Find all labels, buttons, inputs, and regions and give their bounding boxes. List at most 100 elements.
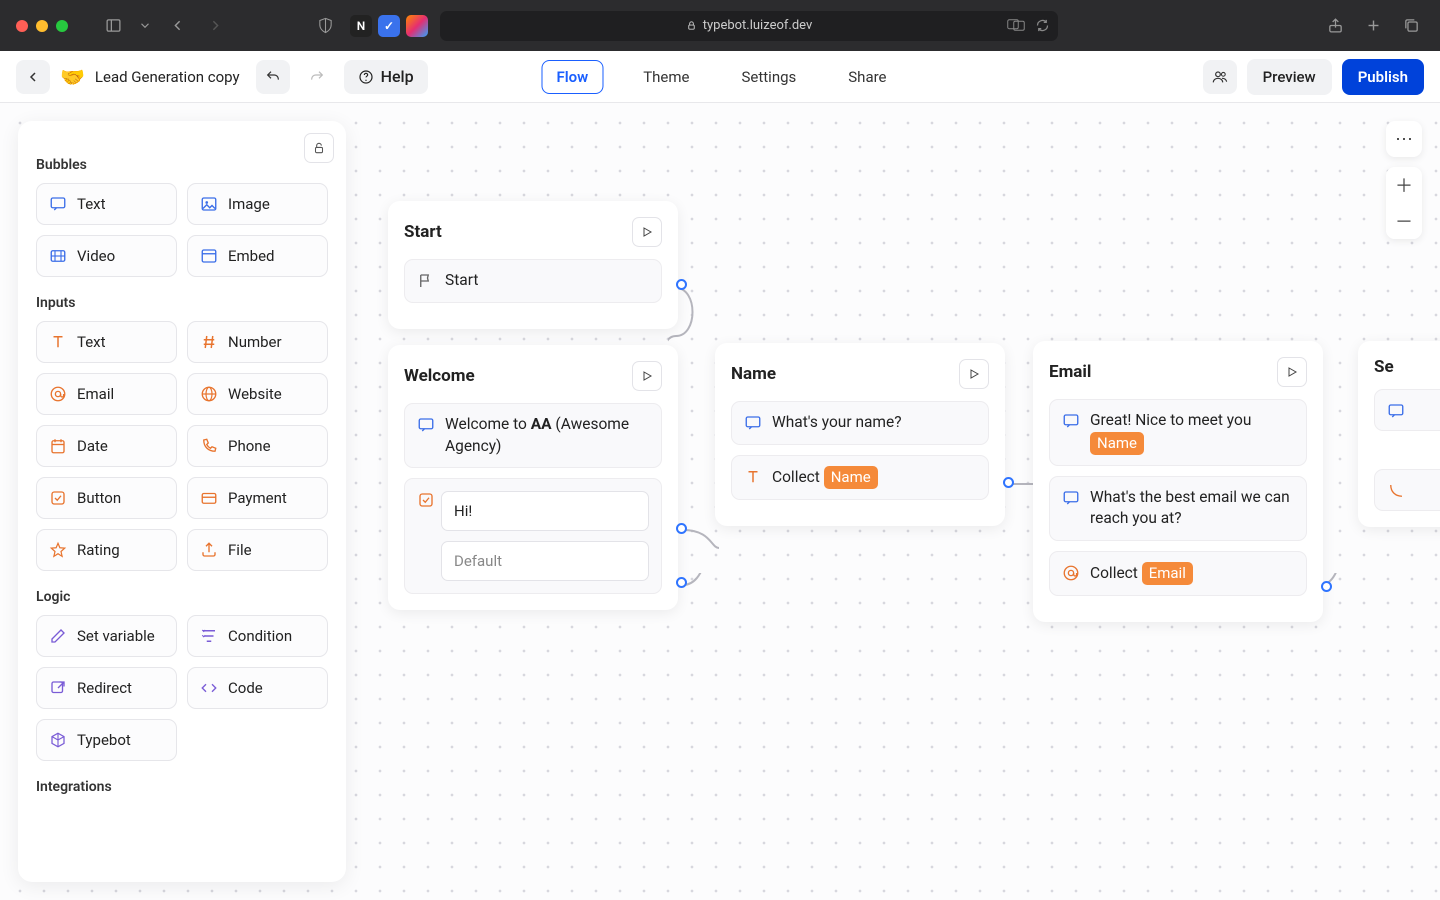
todo-badge-icon[interactable]: ✓ [378, 15, 400, 37]
step-collect[interactable] [1374, 469, 1440, 511]
new-tab-icon[interactable] [1360, 13, 1386, 39]
publish-button[interactable]: Publish [1342, 59, 1424, 95]
nav-share[interactable]: Share [836, 62, 898, 92]
node-title[interactable]: Start [404, 222, 442, 242]
node-title[interactable]: Name [731, 364, 776, 384]
block-image-bubble[interactable]: Image [187, 183, 328, 225]
step-message[interactable]: What's your name? [731, 401, 989, 445]
output-port[interactable] [1003, 477, 1014, 488]
nav-settings[interactable]: Settings [729, 62, 808, 92]
lock-icon [686, 20, 697, 31]
help-button[interactable]: Help [344, 60, 428, 94]
traffic-lights [16, 20, 68, 32]
block-file-input[interactable]: File [187, 529, 328, 571]
block-button-input[interactable]: Button [36, 477, 177, 519]
block-redirect[interactable]: Redirect [36, 667, 177, 709]
redo-button [300, 60, 334, 94]
url-bar[interactable]: typebot.luizeof.dev [440, 11, 1058, 41]
variable-chip: Email [1142, 562, 1193, 585]
block-condition[interactable]: Condition [187, 615, 328, 657]
app-header: 🤝 Lead Generation copy Help Flow Theme S… [0, 51, 1440, 103]
node-start[interactable]: Start Start [388, 201, 678, 329]
block-number-input[interactable]: Number [187, 321, 328, 363]
minimize-window-icon[interactable] [36, 20, 48, 32]
preview-button[interactable]: Preview [1247, 59, 1332, 95]
block-set-variable[interactable]: Set variable [36, 615, 177, 657]
section-inputs: Inputs [36, 295, 328, 311]
more-options-button[interactable]: ⋯ [1386, 121, 1422, 157]
forward-icon [202, 13, 228, 39]
block-phone-input[interactable]: Phone [187, 425, 328, 467]
browser-chrome: N ✓ typebot.luizeof.dev [0, 0, 1440, 51]
color-badge-icon[interactable] [406, 15, 428, 37]
output-port[interactable] [1321, 581, 1332, 592]
close-window-icon[interactable] [16, 20, 28, 32]
undo-button[interactable] [256, 60, 290, 94]
block-code[interactable]: Code [187, 667, 328, 709]
block-text-input[interactable]: Text [36, 321, 177, 363]
reload-icon[interactable] [1035, 18, 1050, 33]
choice-input[interactable] [441, 491, 649, 531]
back-button[interactable] [16, 60, 50, 94]
block-text-bubble[interactable]: Text [36, 183, 177, 225]
maximize-window-icon[interactable] [56, 20, 68, 32]
play-button[interactable] [632, 217, 662, 247]
translate-icon[interactable] [1007, 18, 1025, 32]
zoom-in-button[interactable]: ＋ [1386, 167, 1422, 203]
play-button[interactable] [1277, 357, 1307, 387]
blocks-sidebar: Bubbles Text Image Video Embed Inputs Te… [18, 121, 346, 882]
back-icon[interactable] [164, 13, 190, 39]
shield-icon[interactable] [312, 13, 338, 39]
block-rating-input[interactable]: Rating [36, 529, 177, 571]
nav-flow[interactable]: Flow [541, 60, 603, 94]
node-title[interactable]: Email [1049, 362, 1091, 382]
step-start[interactable]: Start [404, 259, 662, 303]
node-next[interactable]: Se [1358, 341, 1440, 527]
play-button[interactable] [959, 359, 989, 389]
step-message-2[interactable]: What's the best email we can reach you a… [1049, 476, 1307, 541]
output-port-2[interactable] [676, 577, 687, 588]
block-embed-bubble[interactable]: Embed [187, 235, 328, 277]
step-collect[interactable]: Collect Name [731, 455, 989, 500]
members-button[interactable] [1203, 60, 1237, 94]
step-choice[interactable]: Default [404, 478, 662, 594]
block-website-input[interactable]: Website [187, 373, 328, 415]
sidebar-toggle-icon[interactable] [100, 13, 126, 39]
chevron-down-icon[interactable] [138, 13, 152, 39]
section-bubbles: Bubbles [36, 157, 328, 173]
node-welcome[interactable]: Welcome Welcome to AA (Awesome Agency) D… [388, 345, 678, 610]
share-icon[interactable] [1322, 13, 1348, 39]
output-port[interactable] [676, 279, 687, 290]
main-nav: Flow Theme Settings Share [541, 60, 898, 94]
step-message[interactable] [1374, 389, 1440, 431]
step-collect[interactable]: Collect Email [1049, 551, 1307, 596]
block-video-bubble[interactable]: Video [36, 235, 177, 277]
flow-emoji[interactable]: 🤝 [60, 65, 85, 89]
notion-badge-icon[interactable]: N [350, 15, 372, 37]
canvas[interactable]: ⋯ ＋ － Bubbles Text Image Video Embed Inp… [0, 103, 1440, 900]
variable-chip: Name [1090, 432, 1144, 455]
block-email-input[interactable]: Email [36, 373, 177, 415]
section-logic: Logic [36, 589, 328, 605]
node-email[interactable]: Email Great! Nice to meet you Name What'… [1033, 341, 1323, 622]
section-integrations: Integrations [36, 779, 328, 795]
variable-chip: Name [824, 466, 878, 489]
zoom-out-button[interactable]: － [1386, 203, 1422, 239]
block-date-input[interactable]: Date [36, 425, 177, 467]
node-title[interactable]: Se [1374, 357, 1394, 377]
output-port-1[interactable] [676, 523, 687, 534]
choice-default[interactable]: Default [441, 541, 649, 581]
play-button[interactable] [632, 361, 662, 391]
sidebar-lock-button[interactable] [304, 133, 334, 163]
nav-theme[interactable]: Theme [631, 62, 701, 92]
step-message[interactable]: Welcome to AA (Awesome Agency) [404, 403, 662, 468]
step-message-1[interactable]: Great! Nice to meet you Name [1049, 399, 1307, 466]
node-name[interactable]: Name What's your name? Collect Name [715, 343, 1005, 526]
block-typebot[interactable]: Typebot [36, 719, 177, 761]
tabs-overview-icon[interactable] [1398, 13, 1424, 39]
flow-title[interactable]: Lead Generation copy [95, 68, 240, 86]
block-payment-input[interactable]: Payment [187, 477, 328, 519]
extension-badges: N ✓ [350, 15, 428, 37]
choice-icon [417, 491, 435, 513]
node-title[interactable]: Welcome [404, 366, 475, 386]
